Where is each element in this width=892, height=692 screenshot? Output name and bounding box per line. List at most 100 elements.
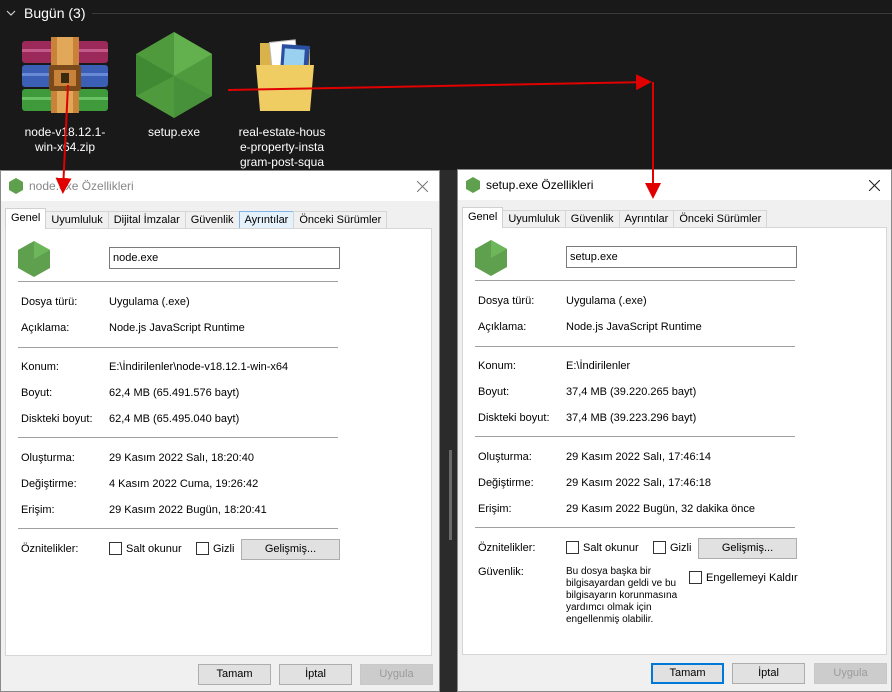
checkbox-box[interactable] xyxy=(566,541,579,554)
label-size: Boyut: xyxy=(21,387,53,399)
label-disk-size: Diskteki boyut: xyxy=(21,413,93,425)
value-created: 29 Kasım 2022 Salı, 17:46:14 xyxy=(566,451,711,463)
winrar-archive-icon xyxy=(22,37,108,113)
nodejs-hexagon-icon xyxy=(466,177,480,193)
divider xyxy=(18,437,338,438)
cancel-button[interactable]: İptal xyxy=(732,663,805,684)
filename-field[interactable]: node.exe xyxy=(109,247,340,269)
label-attributes: Öznitelikler: xyxy=(21,543,79,555)
label-location: Konum: xyxy=(21,361,59,373)
security-warning-text: Bu dosya başka bir bilgisayardan geldi v… xyxy=(566,566,678,625)
file-item-real-estate[interactable]: real-estate-house-property-instagram-pos… xyxy=(232,30,332,170)
label-accessed: Erişim: xyxy=(21,504,55,516)
tab-uyumluluk[interactable]: Uyumluluk xyxy=(502,210,566,228)
label-desc: Açıklama: xyxy=(478,321,527,333)
properties-dialog-setup: setup.exe Özellikleri Genel Uyumluluk Gü… xyxy=(457,169,892,692)
scrollbar-track[interactable] xyxy=(438,170,458,692)
value-location: E:\İndirilenler\node-v18.12.1-win-x64 xyxy=(109,361,289,373)
hidden-checkbox[interactable]: Gizli xyxy=(196,542,234,555)
file-label: node-v18.12.1-win-x64.zip xyxy=(24,125,106,154)
value-disk-size: 62,4 MB (65.495.040 bayt) xyxy=(109,413,240,425)
label-size: Boyut: xyxy=(478,386,510,398)
advanced-button[interactable]: Gelişmiş... xyxy=(698,538,797,559)
tab-onceki-surumler[interactable]: Önceki Sürümler xyxy=(293,211,388,229)
label-attributes: Öznitelikler: xyxy=(478,542,536,554)
tab-guvenlik[interactable]: Güvenlik xyxy=(184,211,240,229)
label-desc: Açıklama: xyxy=(21,322,70,334)
chevron-down-icon xyxy=(6,10,16,16)
value-disk-size: 37,4 MB (39.223.296 bayt) xyxy=(566,412,697,424)
value-accessed: 29 Kasım 2022 Bugün, 18:20:41 xyxy=(109,504,267,516)
value-type: Uygulama (.exe) xyxy=(566,295,647,307)
value-location: E:\İndirilenler xyxy=(566,360,631,372)
close-icon xyxy=(868,179,880,191)
folder-with-images-icon xyxy=(256,39,314,111)
nodejs-hexagon-icon xyxy=(475,240,507,276)
label-modified: Değiştirme: xyxy=(478,477,534,489)
readonly-label: Salt okunur xyxy=(126,542,182,555)
general-panel: setup.exe Dosya türü: Uygulama (.exe) Aç… xyxy=(462,227,887,655)
scrollbar-thumb[interactable] xyxy=(449,450,452,540)
value-accessed: 29 Kasım 2022 Bugün, 32 dakika önce xyxy=(566,503,755,515)
label-disk-size: Diskteki boyut: xyxy=(478,412,550,424)
unblock-checkbox[interactable]: Engellemeyi Kaldır xyxy=(689,571,798,584)
hidden-checkbox[interactable]: Gizli xyxy=(653,541,691,554)
tab-ayrintilar[interactable]: Ayrıntılar xyxy=(238,211,295,229)
title-bar[interactable]: node.exe Özellikleri xyxy=(1,171,439,201)
hidden-label: Gizli xyxy=(670,541,692,554)
filename-field[interactable]: setup.exe xyxy=(566,246,797,268)
label-modified: Değiştirme: xyxy=(21,478,77,490)
close-icon xyxy=(416,180,428,192)
general-panel: node.exe Dosya türü: Uygulama (.exe) Açı… xyxy=(5,228,432,656)
tab-guvenlik[interactable]: Güvenlik xyxy=(564,210,620,228)
checkbox-box[interactable] xyxy=(689,571,702,584)
dialog-title: setup.exe Özellikleri xyxy=(486,178,594,192)
apply-button[interactable]: Uygula xyxy=(814,663,887,684)
value-desc: Node.js JavaScript Runtime xyxy=(566,321,702,333)
file-item-node-zip[interactable]: node-v18.12.1-win-x64.zip xyxy=(15,30,115,155)
value-size: 62,4 MB (65.491.576 bayt) xyxy=(109,387,240,399)
title-bar[interactable]: setup.exe Özellikleri xyxy=(458,170,891,200)
label-created: Oluşturma: xyxy=(21,452,75,464)
label-location: Konum: xyxy=(478,360,516,372)
close-button[interactable] xyxy=(857,170,891,200)
checkbox-box[interactable] xyxy=(196,542,209,555)
label-type: Dosya türü: xyxy=(478,295,535,307)
value-created: 29 Kasım 2022 Salı, 18:20:40 xyxy=(109,452,254,464)
divider xyxy=(18,528,338,529)
hidden-label: Gizli xyxy=(213,542,235,555)
unblock-label: Engellemeyi Kaldır xyxy=(706,571,798,584)
cancel-button[interactable]: İptal xyxy=(279,664,352,685)
readonly-checkbox[interactable]: Salt okunur xyxy=(566,541,639,554)
advanced-button[interactable]: Gelişmiş... xyxy=(241,539,340,560)
readonly-label: Salt okunur xyxy=(583,541,639,554)
tab-ayrintilar[interactable]: Ayrıntılar xyxy=(618,210,675,228)
group-header[interactable]: Bugün (3) xyxy=(6,4,85,22)
file-label: setup.exe xyxy=(147,125,201,139)
group-divider xyxy=(92,13,892,14)
divider xyxy=(475,346,795,347)
nodejs-hexagon-icon xyxy=(18,241,50,277)
tab-uyumluluk[interactable]: Uyumluluk xyxy=(45,211,109,229)
label-accessed: Erişim: xyxy=(478,503,512,515)
ok-button[interactable]: Tamam xyxy=(651,663,724,684)
divider xyxy=(475,280,795,281)
tab-genel[interactable]: Genel xyxy=(5,208,47,229)
ok-button[interactable]: Tamam xyxy=(198,664,271,685)
divider xyxy=(475,527,795,528)
nodejs-hexagon-icon xyxy=(136,32,212,118)
checkbox-box[interactable] xyxy=(109,542,122,555)
divider xyxy=(475,436,795,437)
tab-strip: Genel Uyumluluk Güvenlik Ayrıntılar Önce… xyxy=(462,207,768,228)
tab-dijital-imzalar[interactable]: Dijital İmzalar xyxy=(107,211,186,229)
readonly-checkbox[interactable]: Salt okunur xyxy=(109,542,182,555)
tab-genel[interactable]: Genel xyxy=(462,207,504,228)
value-modified: 4 Kasım 2022 Cuma, 19:26:42 xyxy=(109,478,259,490)
value-modified: 29 Kasım 2022 Salı, 17:46:18 xyxy=(566,477,711,489)
apply-button[interactable]: Uygula xyxy=(360,664,433,685)
checkbox-box[interactable] xyxy=(653,541,666,554)
label-created: Oluşturma: xyxy=(478,451,532,463)
tab-onceki-surumler[interactable]: Önceki Sürümler xyxy=(673,210,768,228)
close-button[interactable] xyxy=(405,171,439,201)
file-item-setup-exe[interactable]: setup.exe xyxy=(124,30,224,140)
